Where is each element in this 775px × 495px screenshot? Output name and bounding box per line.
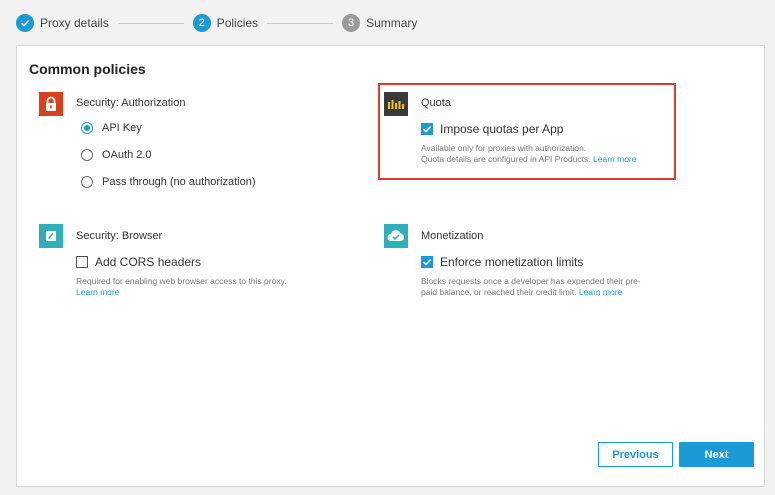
- policy-title-authorization: Security: Authorization: [76, 97, 186, 109]
- check-icon: [16, 14, 34, 32]
- wizard-stepper: Proxy details 2 Policies 3 Summary: [16, 12, 417, 34]
- help-line: Available only for proxies with authoriz…: [421, 143, 587, 153]
- help-line: Required for enabling web browser access…: [76, 276, 287, 286]
- help-line: paid balance, or reached their credit li…: [421, 287, 577, 297]
- checkbox[interactable]: [76, 256, 88, 268]
- checkbox-impose-quotas[interactable]: Impose quotas per App: [421, 122, 563, 136]
- step-number: 3: [342, 14, 361, 32]
- policy-title-quota: Quota: [421, 97, 451, 109]
- radio-button[interactable]: [81, 149, 93, 161]
- policy-title-monetization: Monetization: [421, 230, 484, 242]
- step-label: Summary: [366, 16, 418, 30]
- step-label: Policies: [216, 16, 259, 30]
- help-line: Blocks requests once a developer has exp…: [421, 276, 641, 286]
- radio-label: API Key: [102, 122, 142, 134]
- browser-help-text: Required for enabling web browser access…: [76, 276, 287, 298]
- checkbox-cors[interactable]: Add CORS headers: [76, 255, 201, 269]
- card-title: Common policies: [29, 61, 146, 77]
- checkbox-label: Add CORS headers: [95, 255, 202, 269]
- step-summary[interactable]: 3 Summary: [342, 14, 417, 32]
- lock-icon: [39, 92, 63, 116]
- help-line: Quota details are configured in API Prod…: [421, 154, 591, 164]
- step-connector: [117, 22, 184, 24]
- checkbox[interactable]: [421, 256, 433, 268]
- policies-card: Common policies Security: Authorization …: [16, 45, 765, 487]
- checkbox-monetization[interactable]: Enforce monetization limits: [421, 255, 583, 269]
- radio-button[interactable]: [81, 176, 93, 188]
- monetization-help-text: Blocks requests once a developer has exp…: [421, 276, 641, 298]
- quota-help-text: Available only for proxies with authoriz…: [421, 143, 636, 165]
- learn-more-link[interactable]: Learn more: [593, 154, 636, 164]
- radio-label: OAuth 2.0: [102, 149, 152, 161]
- checkbox-label: Impose quotas per App: [440, 122, 564, 136]
- bar-chart-icon: [384, 92, 408, 116]
- previous-button[interactable]: Previous: [598, 442, 673, 467]
- radio-button[interactable]: [81, 122, 93, 134]
- radio-label: Pass through (no authorization): [102, 176, 256, 188]
- learn-more-link[interactable]: Learn more: [579, 287, 622, 297]
- checkbox-label: Enforce monetization limits: [440, 255, 584, 269]
- step-proxy-details[interactable]: Proxy details: [16, 14, 109, 32]
- radio-api-key[interactable]: API Key: [81, 122, 142, 134]
- cloud-check-icon: [384, 224, 408, 248]
- radio-pass-through[interactable]: Pass through (no authorization): [81, 176, 255, 188]
- step-label: Proxy details: [40, 16, 109, 30]
- pencil-icon: [39, 224, 63, 248]
- learn-more-link[interactable]: Learn more: [76, 287, 119, 297]
- radio-oauth[interactable]: OAuth 2.0: [81, 149, 152, 161]
- step-policies[interactable]: 2 Policies: [192, 14, 259, 32]
- next-button[interactable]: Next: [679, 442, 754, 467]
- checkbox[interactable]: [421, 123, 433, 135]
- step-connector: [267, 22, 334, 24]
- step-number: 2: [192, 14, 211, 32]
- policy-title-browser: Security: Browser: [76, 230, 163, 242]
